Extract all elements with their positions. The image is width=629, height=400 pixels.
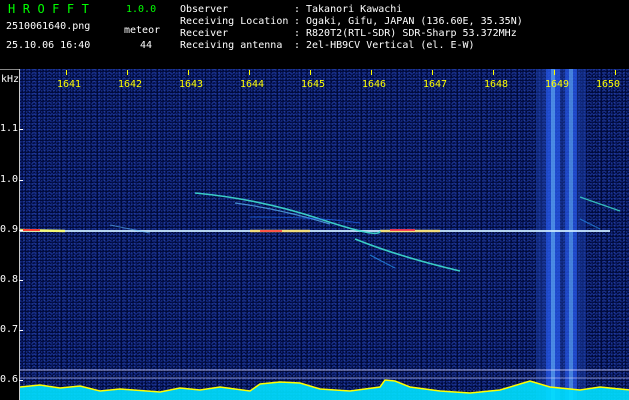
- frequency-unit-label: kHz: [1, 74, 20, 85]
- minute-label: 1645: [301, 79, 326, 90]
- frequency-label: 0.9: [0, 224, 19, 235]
- frequency-tick: [19, 380, 23, 381]
- carrier-trace: [20, 228, 610, 233]
- minute-label: 1644: [240, 79, 265, 90]
- receiver-label: Receiver: [180, 28, 229, 39]
- meteor-count-value: 44: [140, 40, 153, 51]
- frequency-label: 1.1: [0, 123, 19, 134]
- minute-label: 1646: [362, 79, 387, 90]
- noise-band: [536, 69, 586, 400]
- app-title: HROFFT: [8, 2, 97, 16]
- minute-label: 1648: [484, 79, 509, 90]
- frequency-tick: [19, 180, 23, 181]
- minute-tick: [310, 70, 311, 75]
- file-name: 2510061640.png: [6, 21, 91, 32]
- location-label: Receiving Location: [180, 16, 289, 27]
- minute-label: 1642: [118, 79, 143, 90]
- minute-tick: [127, 70, 128, 75]
- antenna-label: Receiving antenna: [180, 40, 283, 51]
- info-colon: :: [294, 28, 301, 39]
- info-colon: :: [294, 4, 301, 15]
- meteor-count-label: meteor: [124, 25, 161, 36]
- minute-tick: [66, 70, 67, 75]
- minute-label: 1641: [57, 79, 82, 90]
- spectrogram-plot: [19, 69, 629, 400]
- frequency-tick: [19, 230, 23, 231]
- minute-label: 1643: [179, 79, 204, 90]
- spectrogram-traces: [20, 69, 629, 400]
- frequency-label: 1.0: [0, 174, 19, 185]
- location-value: Ogaki, Gifu, JAPAN (136.60E, 35.35N): [306, 16, 523, 27]
- hrofft-window: HROFFT 1.0.0 2510061640.png meteor 25.10…: [0, 0, 629, 400]
- frequency-tick: [19, 129, 23, 130]
- frequency-tick: [19, 330, 23, 331]
- frequency-label: 0.6: [0, 374, 19, 385]
- observation-datetime: 25.10.06 16:40: [6, 40, 91, 51]
- minute-tick: [615, 70, 616, 75]
- app-version: 1.0.0: [126, 4, 157, 15]
- minute-tick: [249, 70, 250, 75]
- minute-tick: [371, 70, 372, 75]
- frequency-label: 0.7: [0, 324, 19, 335]
- minute-tick: [432, 70, 433, 75]
- observer-value: Takanori Kawachi: [306, 4, 403, 15]
- minute-label: 1647: [423, 79, 448, 90]
- minute-tick: [554, 70, 555, 75]
- minute-label: 1649: [545, 79, 570, 90]
- minute-label: 1650: [596, 79, 621, 90]
- info-colon: :: [294, 40, 301, 51]
- minute-tick: [493, 70, 494, 75]
- antenna-value: 2el-HB9CV Vertical (el. E-W): [306, 40, 475, 51]
- info-colon: :: [294, 16, 301, 27]
- minute-tick: [188, 70, 189, 75]
- frequency-tick: [19, 280, 23, 281]
- receiver-value: R820T2(RTL-SDR) SDR-Sharp 53.372MHz: [306, 28, 517, 39]
- frequency-label: 0.8: [0, 274, 19, 285]
- observer-label: Observer: [180, 4, 229, 15]
